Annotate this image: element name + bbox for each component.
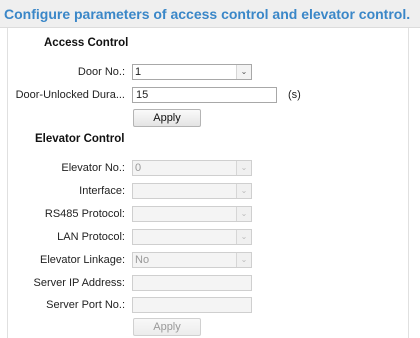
- elevator-no-select[interactable]: 0 ⌄: [132, 160, 252, 176]
- door-unlocked-unit: (s): [288, 89, 301, 101]
- door-unlocked-label: Door-Unlocked Dura...: [15, 89, 125, 101]
- door-no-value: 1: [135, 66, 142, 78]
- rs485-select[interactable]: ⌄: [132, 206, 252, 222]
- elevator-linkage-select[interactable]: No ⌄: [132, 252, 252, 268]
- door-unlocked-input[interactable]: 15: [132, 87, 277, 103]
- interface-label: Interface:: [79, 185, 125, 197]
- chevron-down-icon: ⌄: [236, 230, 251, 244]
- server-port-label: Server Port No.:: [46, 299, 125, 311]
- server-port-input[interactable]: [132, 297, 252, 313]
- chevron-down-icon: ⌄: [236, 207, 251, 221]
- lan-protocol-select[interactable]: ⌄: [132, 229, 252, 245]
- door-no-label: Door No.:: [77, 66, 125, 78]
- door-no-select[interactable]: 1 ⌄: [132, 64, 252, 80]
- lan-protocol-label: LAN Protocol:: [57, 231, 125, 243]
- server-ip-label: Server IP Address:: [33, 277, 125, 289]
- elevator-linkage-label: Elevator Linkage:: [40, 254, 125, 266]
- elevator-no-value: 0: [135, 162, 142, 174]
- elevator-apply-button[interactable]: Apply: [133, 318, 201, 336]
- chevron-down-icon: ⌄: [236, 184, 251, 198]
- interface-select[interactable]: ⌄: [132, 183, 252, 199]
- server-ip-input[interactable]: [132, 275, 252, 291]
- chevron-down-icon: ⌄: [236, 65, 251, 79]
- access-apply-button[interactable]: Apply: [133, 109, 201, 127]
- right-divider: [408, 28, 409, 338]
- chevron-down-icon: ⌄: [236, 161, 251, 175]
- elevator-control-heading: Elevator Control: [35, 133, 125, 145]
- chevron-down-icon: ⌄: [236, 253, 251, 267]
- elevator-linkage-value: No: [135, 254, 150, 266]
- elevator-no-label: Elevator No.:: [61, 162, 125, 174]
- page-title: Configure parameters of access control a…: [0, 0, 420, 28]
- rs485-label: RS485 Protocol:: [44, 208, 125, 220]
- access-control-heading: Access Control: [44, 37, 129, 49]
